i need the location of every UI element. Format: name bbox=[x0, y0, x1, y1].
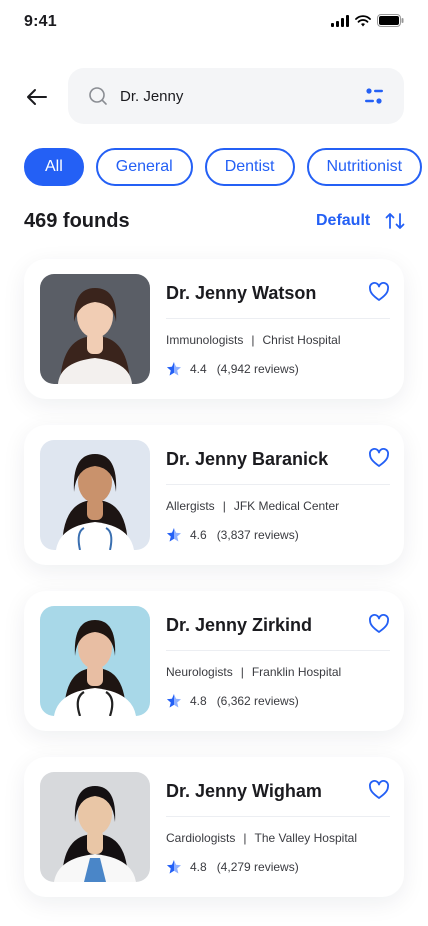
filter-chip-general[interactable]: General bbox=[95, 148, 193, 186]
star-half-icon bbox=[167, 528, 181, 542]
doctor-photo bbox=[40, 440, 150, 550]
filter-chip-nutritionist[interactable]: Nutritionist bbox=[306, 148, 423, 186]
doctor-hospital: Franklin Hospital bbox=[251, 665, 342, 679]
battery-icon bbox=[377, 14, 404, 27]
star-half-icon bbox=[167, 362, 181, 376]
doctor-photo bbox=[40, 606, 150, 716]
sort-icon[interactable] bbox=[384, 210, 406, 232]
doctor-name: Dr. Jenny Zirkind bbox=[166, 615, 313, 635]
doctor-meta: Neurologists | Franklin Hospital bbox=[166, 665, 341, 679]
search-bar[interactable] bbox=[68, 68, 404, 124]
card-divider bbox=[166, 650, 390, 651]
rating-row: 4.8 (4,279 reviews) bbox=[166, 859, 299, 875]
star-half-icon bbox=[167, 694, 181, 708]
doctor-card[interactable]: Dr. Jenny Baranick Allergists | JFK Medica… bbox=[24, 425, 404, 565]
doctor-specialty: Allergists bbox=[166, 499, 215, 513]
filter-chip-all[interactable]: All bbox=[24, 148, 84, 186]
back-button[interactable] bbox=[24, 84, 50, 110]
filter-chip-dentist[interactable]: Dentist bbox=[204, 148, 295, 186]
rating-value: 4.8 bbox=[190, 860, 207, 874]
doctor-photo bbox=[40, 772, 150, 882]
review-count: (3,837 reviews) bbox=[216, 528, 299, 542]
doctor-meta: Cardiologists | The Valley Hospital bbox=[166, 831, 357, 845]
doctor-card[interactable]: Dr. Jenny Watson Immunologists | Christ Ho… bbox=[24, 259, 404, 399]
heart-icon[interactable] bbox=[368, 779, 390, 801]
meta-separator: | bbox=[251, 333, 255, 347]
doctor-specialty: Neurologists bbox=[166, 665, 233, 679]
category-filters: All General Dentist Nutritionist bbox=[24, 148, 423, 186]
doctor-card[interactable]: Dr. Jenny Wigham Cardiologists | The Valle… bbox=[24, 757, 404, 897]
review-count: (6,362 reviews) bbox=[216, 694, 299, 708]
rating-row: 4.6 (3,837 reviews) bbox=[166, 527, 299, 543]
doctor-hospital: The Valley Hospital bbox=[254, 831, 358, 845]
status-time: 9:41 bbox=[24, 13, 57, 30]
status-bar: 9:41 bbox=[0, 0, 428, 44]
review-count: (4,279 reviews) bbox=[216, 860, 299, 874]
results-count: 469 founds bbox=[24, 210, 130, 232]
doctor-meta: Allergists | JFK Medical Center bbox=[166, 499, 339, 513]
review-count: (4,942 reviews) bbox=[216, 362, 299, 376]
card-divider bbox=[166, 816, 390, 817]
doctor-photo bbox=[40, 274, 150, 384]
star-half-icon bbox=[167, 860, 181, 874]
doctor-hospital: JFK Medical Center bbox=[233, 499, 340, 513]
rating-row: 4.4 (4,942 reviews) bbox=[166, 361, 299, 377]
status-icons bbox=[331, 14, 404, 27]
sort-dropdown[interactable]: Default bbox=[316, 212, 370, 230]
signal-icon bbox=[331, 14, 349, 27]
wifi-icon bbox=[355, 14, 371, 26]
rating-value: 4.8 bbox=[190, 694, 207, 708]
doctor-card[interactable]: Dr. Jenny Zirkind Neurologists | Franklin … bbox=[24, 591, 404, 731]
doctor-name: Dr. Jenny Wigham bbox=[166, 781, 322, 801]
doctor-specialty: Cardiologists bbox=[166, 831, 236, 845]
doctor-name: Dr. Jenny Watson bbox=[166, 283, 317, 303]
rating-row: 4.8 (6,362 reviews) bbox=[166, 693, 299, 709]
heart-icon[interactable] bbox=[368, 447, 390, 469]
rating-value: 4.6 bbox=[190, 528, 207, 542]
search-input[interactable] bbox=[120, 84, 340, 108]
card-divider bbox=[166, 318, 390, 319]
doctor-meta: Immunologists | Christ Hospital bbox=[166, 333, 341, 347]
rating-value: 4.4 bbox=[190, 362, 207, 376]
meta-separator: | bbox=[240, 665, 244, 679]
arrow-left-icon bbox=[27, 89, 47, 105]
doctor-name: Dr. Jenny Baranick bbox=[166, 449, 329, 469]
doctor-specialty: Immunologists bbox=[166, 333, 244, 347]
heart-icon[interactable] bbox=[368, 613, 390, 635]
card-divider bbox=[166, 484, 390, 485]
meta-separator: | bbox=[243, 831, 247, 845]
filter-icon[interactable] bbox=[364, 86, 384, 106]
heart-icon[interactable] bbox=[368, 281, 390, 303]
search-icon bbox=[89, 87, 107, 105]
meta-separator: | bbox=[222, 499, 226, 513]
doctor-hospital: Christ Hospital bbox=[262, 333, 341, 347]
